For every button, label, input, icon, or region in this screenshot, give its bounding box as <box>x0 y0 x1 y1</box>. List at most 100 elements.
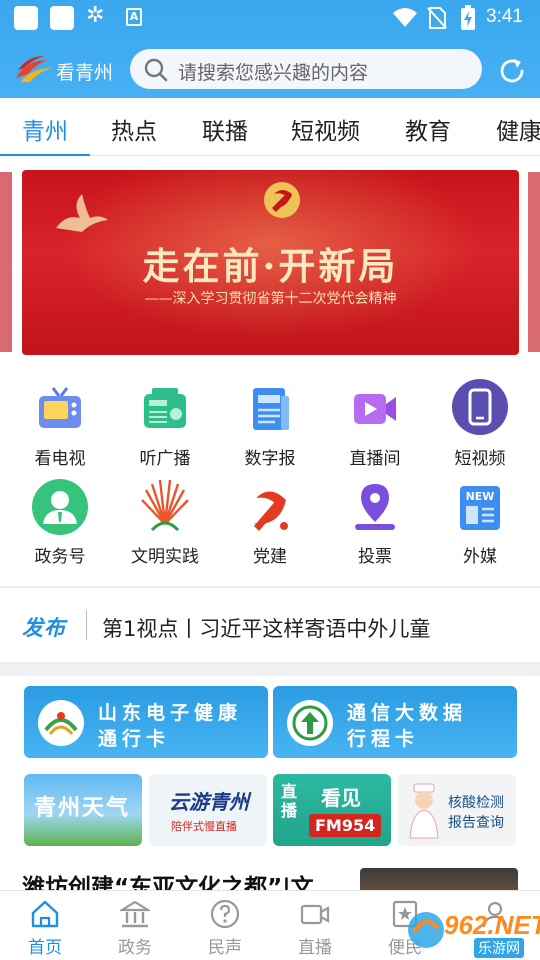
logo-swoosh-icon <box>16 56 52 82</box>
watermark-text: 962.NET <box>444 910 540 940</box>
search-icon <box>144 58 168 82</box>
grid-label: 外媒 <box>463 547 497 567</box>
civilization-icon <box>141 479 189 532</box>
grid-item-gov-account[interactable]: 政务号 <box>10 479 110 576</box>
card-line1: 通信大数据 <box>347 702 468 724</box>
grid-item-short-video[interactable]: 短视频 <box>430 378 530 474</box>
ticker-separator <box>86 610 87 640</box>
app-logo[interactable]: 看青州 <box>14 54 122 86</box>
news-new-icon: NEW <box>460 486 500 530</box>
nav-public-voice[interactable]: 民声 <box>180 891 270 960</box>
health-logo-icon <box>44 712 78 735</box>
tv-icon <box>39 387 81 428</box>
site-watermark: 962.NET 乐游网 <box>404 908 540 958</box>
service-card-fm954[interactable]: 直播 看见 FM954 <box>273 774 391 846</box>
svg-text:NEW: NEW <box>466 490 495 503</box>
nav-live[interactable]: 直播 <box>270 891 360 960</box>
channel-tabs: 青州 热点 联播 短视频 教育 健康 <box>0 98 540 156</box>
grid-label: 数字报 <box>244 449 296 469</box>
grid-label: 党建 <box>253 547 287 567</box>
doves-icon <box>56 194 108 232</box>
tab-education[interactable]: 教育 <box>405 112 451 146</box>
app-square-icon <box>50 6 74 30</box>
card-badge: FM954 <box>309 814 382 837</box>
card-line1: 山东电子健康 <box>98 702 243 724</box>
health-pass-logo <box>38 700 84 746</box>
status-bar: ✲ A 3:41 <box>0 0 540 36</box>
grid-label: 听广播 <box>139 449 191 469</box>
app-square-icon <box>14 6 38 30</box>
home-icon <box>31 900 59 928</box>
grid-item-live-room[interactable]: 直播间 <box>325 384 425 480</box>
search-placeholder: 请搜索您感兴趣的内容 <box>178 62 369 84</box>
radio-icon <box>144 388 186 428</box>
banner-title: 走在前·开新局 <box>142 244 399 288</box>
question-icon <box>210 899 240 929</box>
vote-icon <box>355 484 395 530</box>
banner-subtitle: ——深入学习贯彻省第十二次党代会精神 <box>144 291 397 307</box>
grid-label: 投票 <box>358 547 392 567</box>
tab-health[interactable]: 健康 <box>496 112 540 146</box>
grid-item-digital-paper[interactable]: 数字报 <box>220 384 320 480</box>
card-line2: 通行卡 <box>98 728 171 750</box>
card-label: 青州天气 <box>34 796 131 821</box>
grid-item-radio[interactable]: 听广播 <box>115 384 215 480</box>
phone-icon <box>452 379 508 435</box>
camera-icon <box>300 904 330 925</box>
newspaper-icon <box>253 388 289 430</box>
banner-next-peek[interactable] <box>528 172 540 352</box>
arrow-up-circle-icon <box>292 705 328 741</box>
grid-item-foreign-media[interactable]: NEW 外媒 <box>430 480 530 576</box>
banner-slide[interactable]: 走在前·开新局 ——深入学习贯彻省第十二次党代会精神 <box>22 170 519 355</box>
travel-card-logo <box>287 700 333 746</box>
nav-label: 首页 <box>28 938 62 958</box>
official-account-icon <box>32 479 88 535</box>
grid-label: 直播间 <box>349 449 401 469</box>
card-label: 看见 <box>321 786 361 810</box>
refresh-icon[interactable] <box>498 57 526 85</box>
card-label: 云游青州 <box>169 790 249 814</box>
grid-item-tv[interactable]: 看电视 <box>10 384 110 480</box>
banner-prev-peek[interactable] <box>0 172 12 352</box>
grid-item-civilization[interactable]: 文明实践 <box>115 479 215 576</box>
card-prefix: 直播 <box>281 782 298 820</box>
grid-item-vote[interactable]: 投票 <box>325 480 425 576</box>
nav-label: 民声 <box>208 938 242 958</box>
search-bar[interactable]: 请搜索您感兴趣的内容 <box>130 49 482 89</box>
nav-home[interactable]: 首页 <box>0 891 90 960</box>
service-card-travel-card[interactable]: 通信大数据 行程卡 <box>273 686 517 758</box>
news-ticker[interactable]: 发布 第1视点丨习近平这样寄语中外儿童 <box>0 588 540 662</box>
tab-qingzhou[interactable]: 青州 <box>22 112 68 146</box>
service-card-nucleic-test[interactable]: 核酸检测 报告查询 <box>398 774 516 846</box>
card-sub: 报告查询 <box>448 815 504 831</box>
tab-hot[interactable]: 热点 <box>111 112 157 146</box>
service-card-health-pass[interactable]: 山东电子健康 通行卡 <box>24 686 268 758</box>
tab-short-video[interactable]: 短视频 <box>291 112 360 146</box>
grid-label: 文明实践 <box>131 547 199 567</box>
ticker-brand: 发布 <box>22 616 66 640</box>
card-sub: 陪伴式慢直播 <box>171 820 237 833</box>
live-video-icon <box>354 394 396 424</box>
a-app-icon: A <box>126 8 142 26</box>
ticker-headline[interactable]: 第1视点丨习近平这样寄语中外儿童 <box>102 613 430 643</box>
service-card-cloud-tour[interactable]: 云游青州 陪伴式慢直播 <box>149 774 267 846</box>
government-icon <box>120 900 150 928</box>
nav-label: 政务 <box>118 938 152 958</box>
wifi-icon <box>393 8 417 27</box>
service-card-weather[interactable]: 青州天气 <box>24 774 142 846</box>
app-screen: ✲ A 3:41 看青州 请搜索您感兴趣的内容 青州 热点 联播 短视频 教育 … <box>0 0 540 960</box>
grid-item-party-building[interactable]: 党建 <box>220 480 320 576</box>
watermark-logo-icon <box>408 912 444 948</box>
watermark-sub: 乐游网 <box>474 938 524 958</box>
bug-icon: ✲ <box>86 3 105 28</box>
status-time: 3:41 <box>486 6 523 27</box>
header: 看青州 请搜索您感兴趣的内容 <box>0 40 540 98</box>
party-emblem-icon <box>264 182 300 218</box>
no-sim-icon <box>427 7 447 29</box>
tab-broadcast[interactable]: 联播 <box>202 112 248 146</box>
nav-government[interactable]: 政务 <box>90 891 180 960</box>
card-label: 核酸检测 <box>448 795 504 811</box>
party-emblem-icon <box>254 491 288 531</box>
section-divider <box>0 662 540 676</box>
nav-label: 直播 <box>298 938 332 958</box>
